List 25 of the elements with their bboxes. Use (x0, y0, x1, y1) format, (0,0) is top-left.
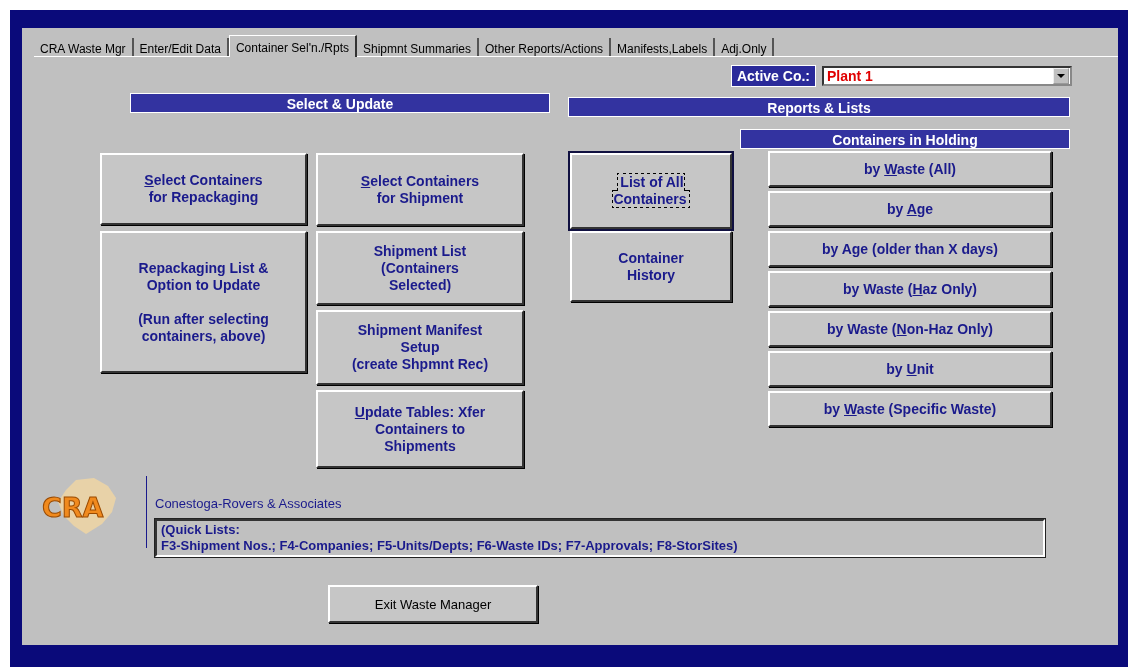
field-label: Active Co.: (730, 65, 816, 87)
logo-text: CRA (42, 492, 104, 523)
command-button[interactable]: List of All Containers (570, 153, 732, 229)
command-button[interactable]: Select Containers for Shipment (316, 153, 524, 226)
command-button[interactable]: Container History (570, 231, 732, 302)
command-button[interactable]: by Age (768, 191, 1052, 227)
command-button[interactable]: Repackaging List & Option to Update (Run after selecting containers, above) (100, 231, 307, 373)
section-header: Select & Update (130, 93, 550, 113)
tab[interactable]: Container Sel'n./Rpts (228, 35, 357, 57)
company-name: Conestoga-Rovers & Associates (155, 496, 343, 511)
quick-lists-note: (Quick Lists: F3-Shipment Nos.; F4-Companies; F5-Units/Depts; F6-Waste IDs; F7-Approvals; F8-StorSites) (155, 519, 1045, 557)
command-button[interactable]: by Waste (All) (768, 151, 1052, 187)
command-button[interactable]: by Age (older than X days) (768, 231, 1052, 267)
command-button[interactable]: by Waste (Non-Haz Only) (768, 311, 1052, 347)
command-button[interactable]: by Waste (Specific Waste) (768, 391, 1052, 427)
section-header: Containers in Holding (740, 129, 1070, 149)
company-dropdown[interactable]: Plant 1 (822, 66, 1072, 86)
command-button[interactable]: Update Tables: Xfer Containers to Shipments (316, 390, 524, 468)
section-header: Reports & Lists (568, 97, 1070, 117)
command-button[interactable]: by Waste (Haz Only) (768, 271, 1052, 307)
command-button[interactable]: Shipment List (Containers Selected) (316, 231, 524, 305)
command-button[interactable]: by Unit (768, 351, 1052, 387)
command-button[interactable]: Shipment Manifest Setup (create Shpmnt Rec) (316, 310, 524, 385)
command-button[interactable]: Select Containers for Repackaging (100, 153, 307, 225)
exit-button[interactable]: Exit Waste Manager (328, 585, 538, 623)
